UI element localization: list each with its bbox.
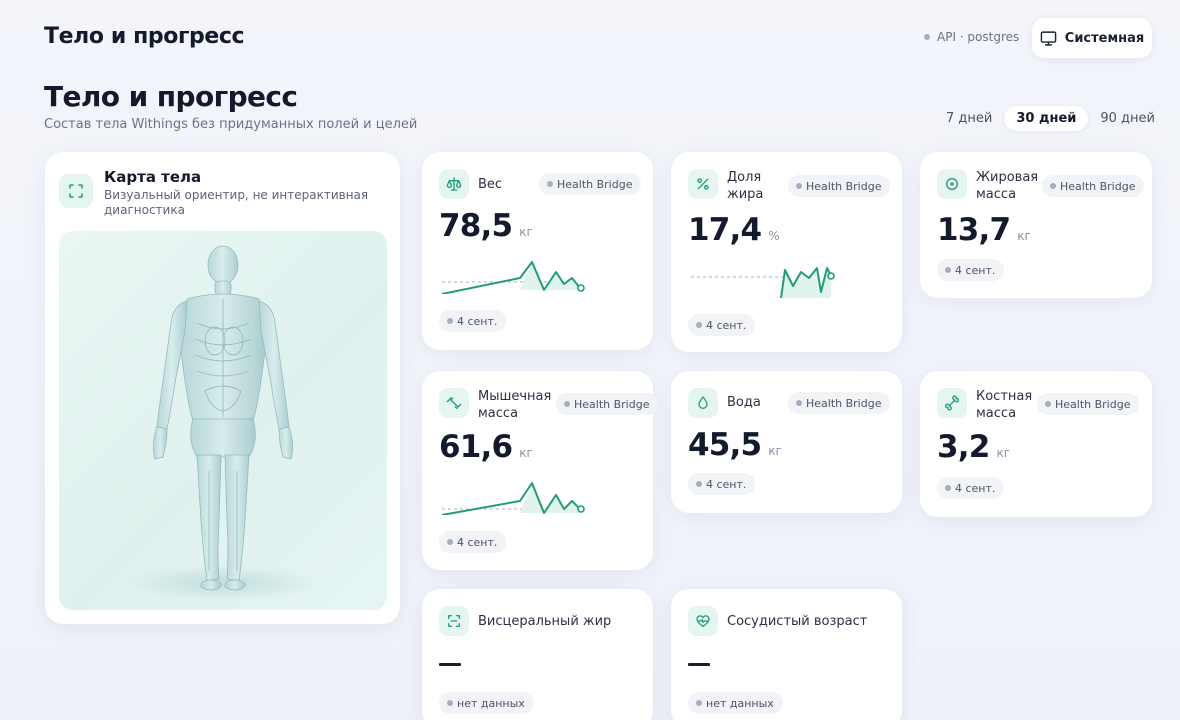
metric-label: Мышечная масса: [478, 389, 552, 421]
metric-card-muscle-mass[interactable]: Мышечная масса Health Bridge 61,6 кг 4 се…: [422, 371, 659, 570]
metric-unit: %: [768, 229, 780, 243]
theme-button-label: Системная: [1064, 30, 1145, 46]
heart-pulse-icon: [688, 606, 718, 636]
target-icon: [937, 169, 967, 199]
no-value-dash: [439, 663, 461, 666]
weight-sparkline: [441, 261, 585, 294]
body-map-subtitle: Визуальный ориентир, не интерактивная ди…: [104, 188, 369, 217]
source-badge: Health Bridge: [1042, 175, 1145, 197]
scan-icon: [439, 606, 469, 636]
date-badge: нет данных: [688, 692, 783, 714]
date-badge: 4 сент.: [688, 314, 756, 336]
metric-value: 3,2 кг: [937, 429, 1011, 465]
no-value-dash: [688, 663, 710, 666]
bone-icon: [937, 388, 967, 418]
date-badge: нет данных: [439, 692, 534, 714]
metric-card-body-fat-percent[interactable]: Доля жира Health Bridge 17,4% 4 сент.: [671, 152, 902, 352]
source-badge: Health Bridge: [1037, 393, 1140, 415]
api-status: API · postgres: [924, 30, 1019, 44]
date-badge: 4 сент.: [439, 531, 507, 553]
metric-card-visceral-fat[interactable]: Висцеральный жир нет данных: [422, 589, 653, 720]
drop-icon: [688, 388, 718, 418]
date-badge: 4 сент.: [439, 310, 507, 332]
metric-value: 61,6 кг: [439, 429, 533, 465]
metric-unit: кг: [996, 446, 1011, 460]
api-status-label: API · postgres: [937, 30, 1020, 44]
metric-label: Висцеральный жир: [478, 614, 612, 629]
metric-label: Доля жира: [727, 170, 764, 202]
metric-value: 13,7 кг: [937, 212, 1031, 248]
body-map-card: Карта тела Визуальный ориентир, не интер…: [45, 152, 400, 624]
percent-icon: [688, 169, 718, 199]
source-badge: Health Bridge: [556, 393, 659, 415]
metric-card-water[interactable]: Вода Health Bridge 45,5 кг 4 сент.: [671, 371, 902, 513]
metric-value: 45,5 кг: [688, 427, 782, 463]
date-badge: 4 сент.: [937, 477, 1005, 499]
period-90-days[interactable]: 90 дней: [1088, 106, 1167, 131]
metric-card-vascular-age[interactable]: Сосудистый возраст нет данных: [671, 589, 902, 720]
metric-unit: кг: [519, 446, 533, 460]
muscle-mass-sparkline: [441, 482, 585, 515]
metric-unit: кг: [1017, 229, 1031, 243]
monitor-icon: [1040, 30, 1057, 46]
body-map-title: Карта тела: [104, 168, 202, 186]
app-title: Тело и прогресс: [44, 24, 245, 49]
period-30-days[interactable]: 30 дней: [1004, 105, 1089, 131]
date-badge: 4 сент.: [688, 473, 756, 495]
metric-card-bone-mass[interactable]: Костная масса Health Bridge 3,2 кг 4 сент…: [920, 371, 1152, 517]
metric-label: Вес: [478, 177, 503, 192]
metric-unit: кг: [519, 225, 533, 239]
metric-value: 17,4%: [688, 212, 780, 248]
metric-unit: кг: [768, 444, 782, 458]
page-title: Тело и прогресс: [44, 80, 298, 113]
period-selector: 7 дней 30 дней 90 дней: [934, 105, 1155, 131]
metric-label: Сосудистый возраст: [727, 614, 868, 629]
metric-label: Костная масса: [976, 389, 1033, 421]
top-bar: Тело и прогресс API · postgres Системная: [0, 0, 1180, 76]
metric-value: 78,5 кг: [439, 208, 533, 244]
source-badge: Health Bridge: [539, 173, 642, 195]
date-badge: 4 сент.: [937, 259, 1005, 281]
source-badge: Health Bridge: [788, 392, 891, 414]
human-body-illustration: [128, 245, 318, 601]
status-dot: [924, 34, 930, 40]
body-figure-image: [59, 231, 387, 610]
source-badge: Health Bridge: [788, 175, 891, 197]
metric-label: Жировая масса: [976, 170, 1039, 202]
metric-card-fat-mass[interactable]: Жировая масса Health Bridge 13,7 кг 4 сен…: [920, 152, 1152, 298]
page-subtitle: Состав тела Withings без придуманных пол…: [44, 117, 418, 132]
dumbbell-icon: [439, 388, 469, 418]
theme-button[interactable]: Системная: [1032, 18, 1152, 58]
metric-label: Вода: [727, 395, 761, 410]
metric-card-weight[interactable]: Вес Health Bridge 78,5 кг 4 сент.: [422, 152, 653, 350]
body-fat-sparkline: [691, 267, 835, 298]
period-7-days[interactable]: 7 дней: [934, 106, 1004, 131]
focus-icon: [59, 174, 93, 208]
scale-icon: [439, 169, 469, 199]
